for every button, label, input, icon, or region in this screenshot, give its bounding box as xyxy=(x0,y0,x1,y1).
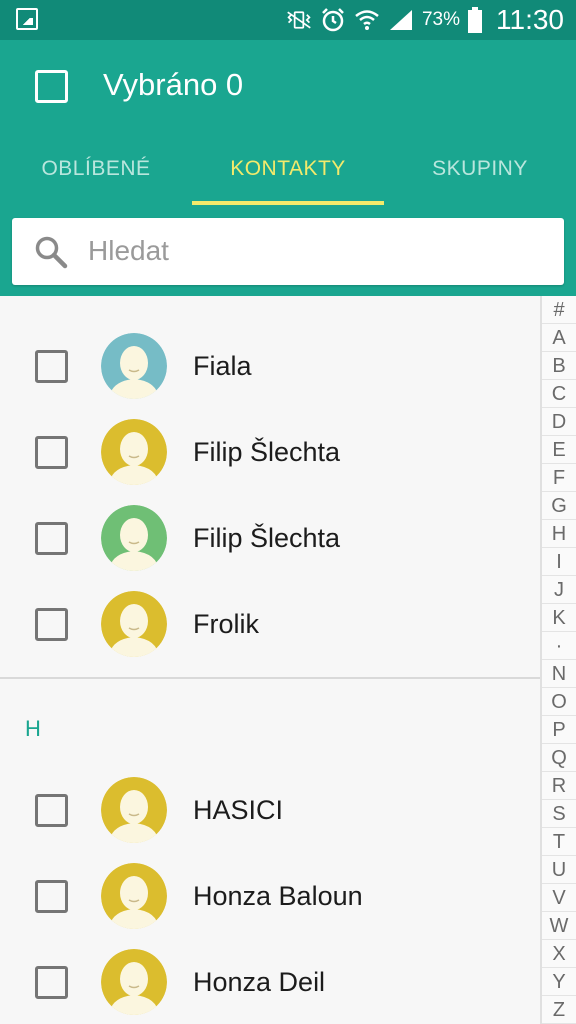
gallery-notification-icon xyxy=(16,8,38,30)
signal-icon xyxy=(388,7,414,33)
index-letter[interactable]: F xyxy=(542,464,576,492)
person-avatar-icon[interactable] xyxy=(101,863,167,929)
contact-list: Fiala Filip Šlechta Filip Šlechta Frolik H … xyxy=(0,296,540,1024)
select-all-checkbox[interactable] xyxy=(35,70,68,103)
index-letter[interactable]: W xyxy=(542,912,576,940)
contact-row[interactable]: Fiala xyxy=(0,323,540,409)
index-letter[interactable]: V xyxy=(542,884,576,912)
battery-percent: 73% xyxy=(421,9,460,30)
index-letter[interactable]: K xyxy=(542,604,576,632)
section-header-h: H xyxy=(25,716,41,741)
index-letter[interactable]: Y xyxy=(542,968,576,996)
index-letter[interactable]: U xyxy=(542,856,576,884)
app-bar: Vybráno 0 OBLÍBENÉ KONTAKTY SKUPINY xyxy=(0,40,576,296)
search-icon xyxy=(34,235,68,269)
section-divider xyxy=(0,677,540,679)
person-avatar-icon[interactable] xyxy=(101,505,167,571)
contact-name: HASICI xyxy=(193,795,284,825)
contact-checkbox[interactable] xyxy=(35,522,68,555)
contact-row[interactable]: Filip Šlechta xyxy=(0,409,540,495)
index-letter[interactable]: B xyxy=(542,352,576,380)
contact-name: Filip Šlechta xyxy=(193,523,341,553)
contact-name: Filip Šlechta xyxy=(193,437,341,467)
person-avatar-icon[interactable] xyxy=(101,333,167,399)
index-letter[interactable]: R xyxy=(542,772,576,800)
index-letter[interactable]: I xyxy=(542,548,576,576)
contact-name: Frolik xyxy=(193,609,259,639)
contact-row[interactable]: Frolik xyxy=(0,581,540,667)
index-letter[interactable]: E xyxy=(542,436,576,464)
contact-checkbox[interactable] xyxy=(35,350,68,383)
alphabet-index[interactable]: # A B C D E F G H I J K · N O P Q R S T U V W X Y Z xyxy=(540,296,576,1024)
index-letter[interactable]: A xyxy=(542,324,576,352)
alarm-icon xyxy=(320,7,346,33)
clock: 11:30 xyxy=(496,4,564,35)
contact-checkbox[interactable] xyxy=(35,608,68,641)
index-letter[interactable]: Q xyxy=(542,744,576,772)
index-letter[interactable]: X xyxy=(542,940,576,968)
contact-row[interactable]: Honza Deil xyxy=(0,939,540,1024)
contact-row[interactable]: Filip Šlechta xyxy=(0,495,540,581)
tab-bar: OBLÍBENÉ KONTAKTY SKUPINY xyxy=(0,140,576,205)
tab-groups[interactable]: SKUPINY xyxy=(384,140,576,205)
index-letter[interactable]: G xyxy=(542,492,576,520)
index-letter[interactable]: H xyxy=(542,520,576,548)
person-avatar-icon[interactable] xyxy=(101,419,167,485)
person-avatar-icon[interactable] xyxy=(101,949,167,1015)
index-letter[interactable]: S xyxy=(542,800,576,828)
contact-checkbox[interactable] xyxy=(35,880,68,913)
contact-checkbox[interactable] xyxy=(35,794,68,827)
status-icons: 73% 11:30 xyxy=(286,0,564,40)
contact-checkbox[interactable] xyxy=(35,966,68,999)
index-letter[interactable]: O xyxy=(542,688,576,716)
vibrate-mute-icon xyxy=(286,7,312,33)
index-letter[interactable]: · xyxy=(542,632,576,660)
battery-icon xyxy=(468,7,482,33)
index-letter[interactable]: D xyxy=(542,408,576,436)
contact-name: Fiala xyxy=(193,351,252,381)
contact-name: Honza Deil xyxy=(193,967,326,997)
index-letter[interactable]: T xyxy=(542,828,576,856)
index-letter[interactable]: # xyxy=(542,296,576,324)
tab-favorites[interactable]: OBLÍBENÉ xyxy=(0,140,192,205)
selection-title: Vybráno 0 xyxy=(103,67,244,102)
status-bar: 73% 11:30 xyxy=(0,0,576,40)
contact-row[interactable]: Honza Baloun xyxy=(0,853,540,939)
search-box[interactable] xyxy=(12,218,564,285)
contact-checkbox[interactable] xyxy=(35,436,68,469)
index-letter[interactable]: N xyxy=(542,660,576,688)
person-avatar-icon[interactable] xyxy=(101,777,167,843)
index-letter[interactable]: J xyxy=(542,576,576,604)
index-letter[interactable]: C xyxy=(542,380,576,408)
wifi-icon xyxy=(354,7,380,33)
contact-name: Honza Baloun xyxy=(193,881,363,911)
person-avatar-icon[interactable] xyxy=(101,591,167,657)
contact-row[interactable]: HASICI xyxy=(0,767,540,853)
index-letter[interactable]: P xyxy=(542,716,576,744)
tab-contacts[interactable]: KONTAKTY xyxy=(192,140,384,205)
index-letter[interactable]: Z xyxy=(542,996,576,1024)
search-input[interactable] xyxy=(88,228,538,274)
